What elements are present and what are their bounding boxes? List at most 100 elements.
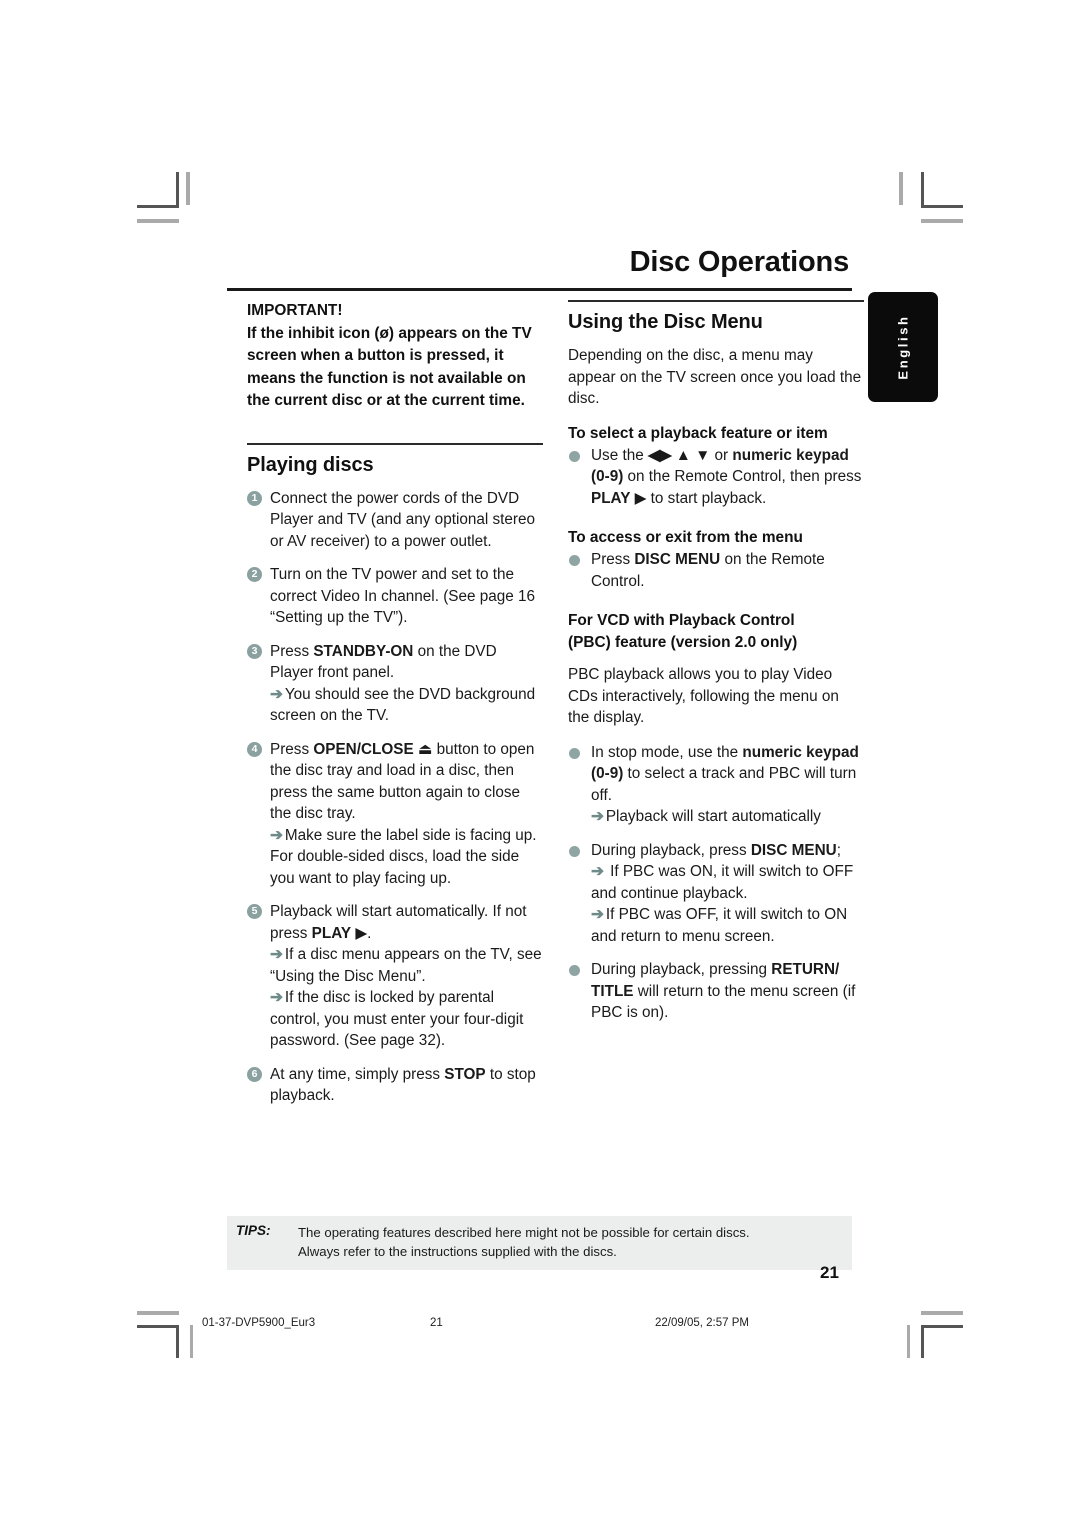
step-3-text: Press STANDBY-ON on the DVD Player front… <box>270 643 543 727</box>
arrow-icon: ➔ <box>270 946 283 963</box>
tips-box: TIPS: The operating features described h… <box>227 1216 852 1270</box>
important-body: If the inhibit icon (ø) appears on the T… <box>247 324 532 410</box>
step-3-prefix: Press <box>270 642 314 660</box>
select-p4: to start playback. <box>646 489 767 507</box>
bullet-stop-mode-text: In stop mode, use the numeric keypad (0-… <box>591 744 864 828</box>
step-number-5: 5 <box>247 904 262 919</box>
bullet-select-feature-text: Use the ◀▶ ▲ ▼ or numeric keypad (0-9) o… <box>591 447 861 507</box>
during-p1: During playback, press <box>591 841 751 859</box>
right-column: Using the Disc Menu Depending on the dis… <box>568 300 864 1036</box>
disc-menu-keyword: DISC MENU <box>750 841 837 859</box>
language-tab: English <box>868 292 938 402</box>
access-p1: Press <box>591 551 635 568</box>
bullet-select-feature: Use the ◀▶ ▲ ▼ or numeric keypad (0-9) o… <box>568 445 864 510</box>
language-tab-label: English <box>895 314 911 380</box>
stop-mode-note: ➔ Playback will start automatically <box>591 806 864 828</box>
bullet-dot-icon <box>569 555 580 566</box>
print-timestamp: 22/09/05, 2:57 PM <box>655 1317 749 1329</box>
header-rule <box>227 288 852 291</box>
play-triangle-icon: ▶ <box>355 924 368 942</box>
bullet-during-playback-text: During playback, press DISC MENU; ➔ If P… <box>591 842 864 948</box>
subhead-select-feature: To select a playback feature or item <box>568 424 828 442</box>
step-5-note-1-text: If a disc menu appears on the TV, see “U… <box>270 946 542 985</box>
standby-on-keyword: STANDBY-ON <box>313 642 414 660</box>
play-keyword: PLAY <box>591 489 631 507</box>
select-p3: on the Remote Control, then press <box>623 468 862 485</box>
step-number-3: 3 <box>247 643 262 659</box>
step-6-text: At any time, simply press STOP to stop p… <box>270 1066 536 1105</box>
step-5-suffix: . <box>367 924 372 942</box>
bullet-access-menu: Press DISC MENU on the Remote Control. <box>568 549 864 592</box>
play-triangle-icon: ▶ <box>634 489 647 507</box>
during-p2: ; <box>836 841 841 859</box>
select-feature-list: Use the ◀▶ ▲ ▼ or numeric keypad (0-9) o… <box>568 445 864 510</box>
during-note-2: ➔ If PBC was OFF, it will switch to ON an… <box>591 904 864 947</box>
arrow-icon: ➔ <box>270 826 283 844</box>
open-close-keyword: OPEN/CLOSE <box>313 740 414 758</box>
step-number-2: 2 <box>247 567 262 582</box>
dpad-arrows-icon: ◀▶ ▲ ▼ <box>647 446 711 464</box>
stopmode-p1: In stop mode, use the <box>591 743 743 761</box>
step-2: 2 Turn on the TV power and set to the co… <box>247 564 543 629</box>
bullet-dot-icon <box>569 845 580 857</box>
manual-page: Disc Operations English IMPORTANT! If th… <box>0 0 1080 1528</box>
select-p2: or <box>710 446 733 464</box>
step-4: 4 Press OPEN/CLOSE ⏏ button to open the … <box>247 739 543 890</box>
left-column: IMPORTANT! If the inhibit icon (ø) appea… <box>247 300 543 1119</box>
arrow-icon: ➔ <box>591 808 604 825</box>
using-disc-menu-heading: Using the Disc Menu <box>568 311 763 333</box>
return-p1: During playback, pressing <box>591 961 772 978</box>
arrow-icon: ➔ <box>591 906 604 923</box>
play-keyword: PLAY <box>311 924 352 942</box>
step-5: 5 Playback will start automatically. If … <box>247 901 543 1052</box>
step-5-note-2-text: If the disc is locked by parental contro… <box>270 989 524 1049</box>
during-note-2-text: If PBC was OFF, it will switch to ON and… <box>591 906 848 945</box>
step-2-text: Turn on the TV power and set to the corr… <box>270 566 536 626</box>
important-label: IMPORTANT! <box>247 302 343 319</box>
playing-discs-heading: Playing discs <box>247 453 374 476</box>
subhead-pbc-line-1: For VCD with Playback Control <box>568 612 795 629</box>
pbc-bullet-list: In stop mode, use the numeric keypad (0-… <box>568 742 864 1024</box>
step-3-note-1: ➔ You should see the DVD background scree… <box>270 684 543 727</box>
step-4-text: Press OPEN/CLOSE ⏏ button to open the di… <box>270 741 543 890</box>
step-3: 3 Press STANDBY-ON on the DVD Player fro… <box>247 641 543 727</box>
step-4-note-1-text: Make sure the label side is facing up. F… <box>270 826 537 887</box>
stop-keyword: STOP <box>444 1065 486 1083</box>
arrow-icon: ➔ <box>270 989 283 1006</box>
step-5-text: Playback will start automatically. If no… <box>270 903 543 1052</box>
during-note-1-text: If PBC was ON, it will switch to OFF and… <box>591 863 854 902</box>
subhead-pbc-line-2: (PBC) feature (version 2.0 only) <box>568 634 798 651</box>
stop-mode-note-text: Playback will start automatically <box>605 808 821 825</box>
bullet-during-playback: During playback, press DISC MENU; ➔ If P… <box>568 840 864 948</box>
important-block: IMPORTANT! If the inhibit icon (ø) appea… <box>247 300 543 413</box>
bullet-dot-icon <box>569 965 580 976</box>
step-3-note-1-text: You should see the DVD background screen… <box>270 685 536 725</box>
subhead-access-menu: To access or exit from the menu <box>568 529 803 546</box>
playing-discs-steps: 1 Connect the power cords of the DVD Pla… <box>247 488 543 1107</box>
arrow-icon: ➔ <box>270 685 283 703</box>
step-5-note-2: ➔ If the disc is locked by parental contr… <box>270 987 543 1052</box>
step-number-6: 6 <box>247 1066 262 1082</box>
bullet-access-menu-text: Press DISC MENU on the Remote Control. <box>591 551 825 590</box>
playing-discs-rule <box>247 442 543 445</box>
step-1: 1 Connect the power cords of the DVD Pla… <box>247 488 543 553</box>
bullet-dot-icon <box>569 450 580 462</box>
step-1-text: Connect the power cords of the DVD Playe… <box>270 489 536 550</box>
page-number: 21 <box>820 1263 839 1282</box>
step-number-1: 1 <box>247 490 262 506</box>
step-4-prefix: Press <box>270 740 314 758</box>
print-file-name: 01-37-DVP5900_Eur3 <box>202 1317 316 1329</box>
disc-menu-rule <box>568 300 864 302</box>
step-6-prefix: At any time, simply press <box>270 1065 445 1083</box>
step-6: 6 At any time, simply press STOP to stop… <box>247 1064 543 1107</box>
step-5-note-1: ➔ If a disc menu appears on the TV, see “… <box>270 944 543 987</box>
bullet-return-title-text: During playback, pressing RETURN/ TITLE … <box>591 961 855 1021</box>
step-number-4: 4 <box>247 741 262 757</box>
during-note-1: ➔ If PBC was ON, it will switch to OFF a… <box>591 861 864 904</box>
eject-icon: ⏏ <box>417 740 433 758</box>
step-4-note-1: ➔ Make sure the label side is facing up. … <box>270 825 543 890</box>
access-menu-list: Press DISC MENU on the Remote Control. <box>568 549 864 592</box>
bullet-stop-mode: In stop mode, use the numeric keypad (0-… <box>568 742 864 828</box>
stopmode-p2: to select a track and PBC will turn off. <box>591 765 857 804</box>
pbc-intro: PBC playback allows you to play Video CD… <box>568 666 839 726</box>
